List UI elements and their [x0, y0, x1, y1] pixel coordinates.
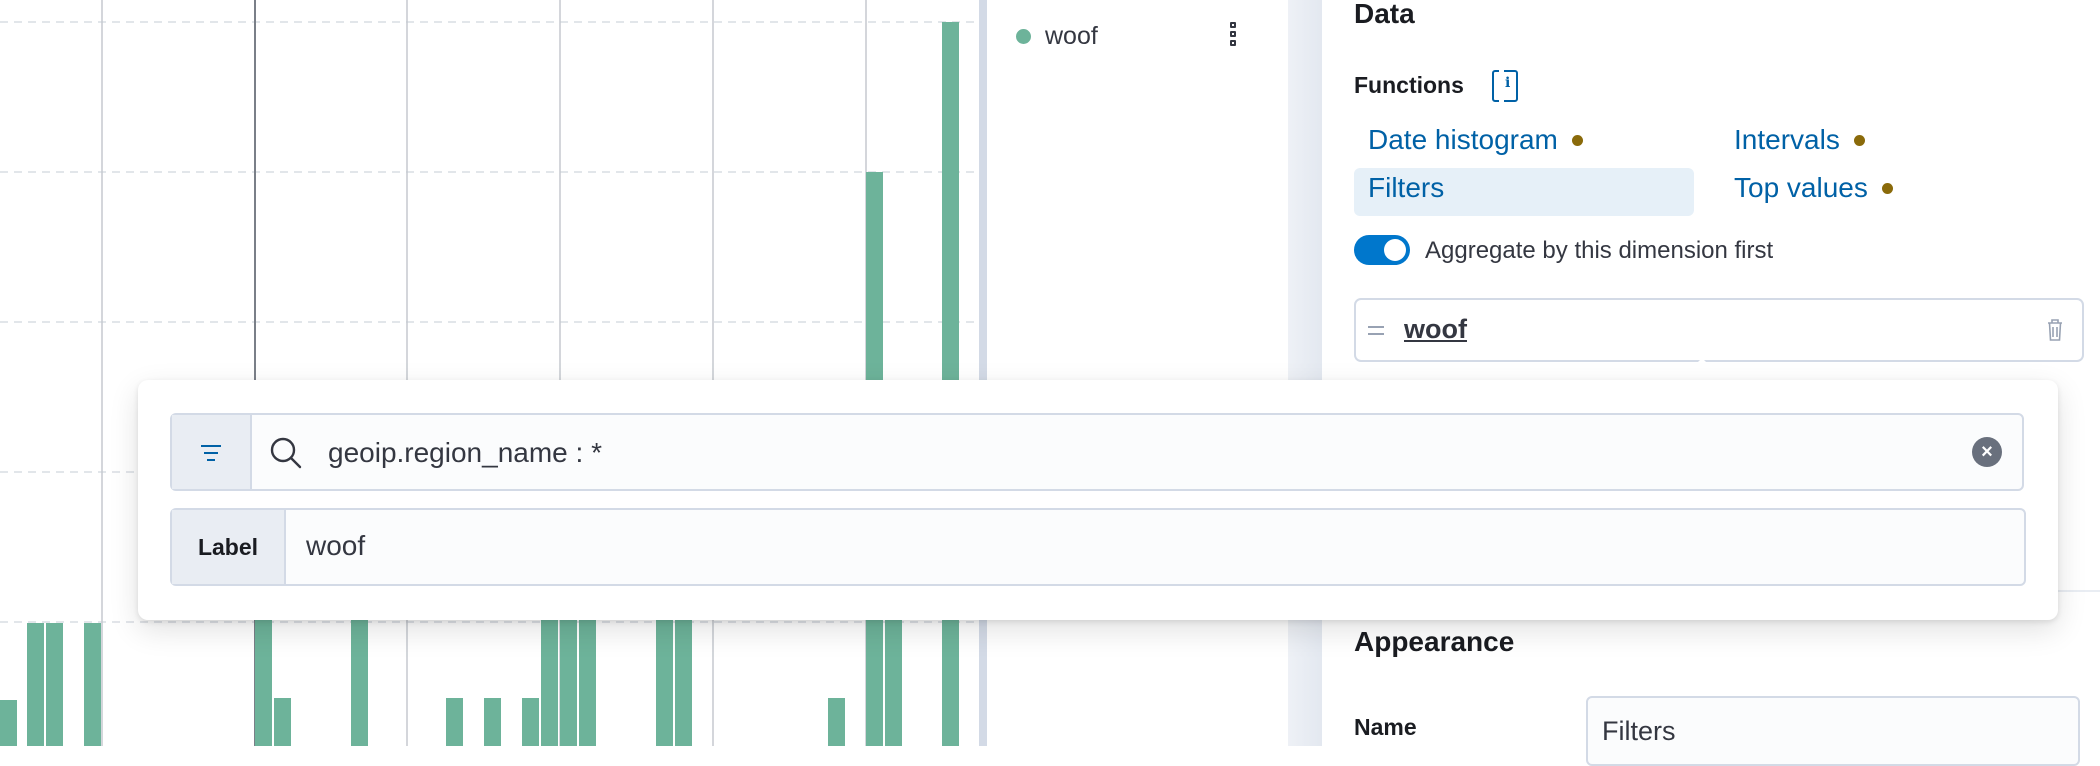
- chart-bar: [675, 620, 692, 746]
- function-top-values[interactable]: Top values: [1734, 172, 1893, 204]
- chart-bar: [446, 698, 463, 746]
- chart-bar: [522, 698, 539, 746]
- chart-bar: [46, 623, 63, 746]
- chart-legend[interactable]: woof: [1016, 22, 1098, 51]
- label-prepend: Label: [172, 510, 286, 584]
- warning-dot-icon: [1571, 134, 1583, 146]
- filter-item-label[interactable]: woof: [1404, 314, 1467, 345]
- chart-bar: [274, 698, 291, 746]
- legend-menu-icon[interactable]: [1230, 22, 1244, 52]
- warning-dot-icon: [1881, 182, 1893, 194]
- chart-bar: [656, 620, 673, 746]
- label-input-group[interactable]: Label woof: [170, 508, 2026, 586]
- chart-bar: [84, 623, 101, 746]
- appearance-title: Appearance: [1354, 626, 1515, 657]
- chart-scrollbar[interactable]: [979, 0, 987, 746]
- toggle-label: Aggregate by this dimension first: [1425, 237, 1774, 264]
- chart-bar: [0, 700, 17, 746]
- chart-bar: [560, 620, 577, 746]
- label-input[interactable]: woof: [306, 530, 365, 562]
- bar-chart: [0, 0, 980, 746]
- chart-bar: [255, 620, 272, 746]
- functions-label: Functions: [1354, 72, 1464, 98]
- chart-bar: [484, 698, 501, 746]
- chart-area: [0, 0, 980, 746]
- name-label: Name: [1354, 714, 1417, 740]
- chart-bar: [828, 698, 845, 746]
- chart-bar: [885, 620, 902, 746]
- legend-color-dot: [1016, 29, 1031, 44]
- legend-label: woof: [1045, 22, 1098, 50]
- function-label: Filters: [1368, 172, 1445, 203]
- function-date-histogram[interactable]: Date histogram: [1368, 124, 1583, 156]
- warning-dot-icon: [1853, 134, 1865, 146]
- chart-bar: [541, 620, 558, 746]
- aggregate-first-toggle[interactable]: [1354, 235, 1410, 265]
- function-filters[interactable]: Filters: [1368, 172, 1444, 204]
- chart-bar: [27, 623, 44, 746]
- chart-bar: [351, 620, 368, 746]
- query-input[interactable]: geoip.region_name : *: [328, 437, 602, 469]
- panel-border: [1288, 0, 1322, 746]
- popover-arrow: [1680, 358, 1724, 380]
- filter-popover: geoip.region_name : * × Label woof: [138, 380, 2058, 620]
- section-title: Data: [1354, 0, 1415, 29]
- function-intervals[interactable]: Intervals: [1734, 124, 1865, 156]
- function-label: Top values: [1734, 172, 1868, 203]
- query-input-group[interactable]: geoip.region_name : * ×: [170, 413, 2024, 491]
- search-icon: [270, 437, 302, 469]
- name-input[interactable]: [1586, 696, 2080, 766]
- trash-icon[interactable]: [2046, 318, 2064, 342]
- function-label: Intervals: [1734, 124, 1840, 155]
- filter-menu-icon[interactable]: [172, 415, 252, 489]
- filter-item[interactable]: woof: [1354, 298, 2084, 362]
- documentation-icon[interactable]: i: [1492, 69, 1518, 103]
- function-label: Date histogram: [1368, 124, 1558, 155]
- clear-icon[interactable]: ×: [1972, 437, 2002, 467]
- drag-handle-icon[interactable]: [1368, 326, 1384, 340]
- chart-bar: [579, 620, 596, 746]
